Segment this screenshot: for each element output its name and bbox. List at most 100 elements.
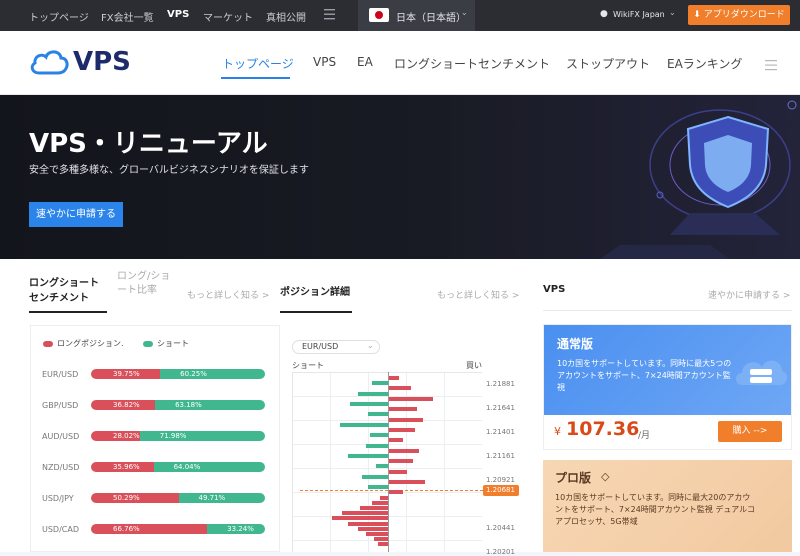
- position-depth-bar: [360, 506, 388, 510]
- top-link-vps[interactable]: VPS: [167, 9, 189, 20]
- position-more-link[interactable]: もっと詳しく知る >: [437, 288, 519, 301]
- position-depth-bar: [389, 448, 419, 453]
- pair-select[interactable]: EUR/USD ⌄: [292, 340, 380, 354]
- top-link-home[interactable]: トップページ: [29, 9, 89, 24]
- nav-item-stopout[interactable]: ストップアウト: [566, 55, 650, 72]
- sentiment-bar: 66.76% 33.24%: [91, 524, 265, 534]
- price-tick-label: 1.21881: [486, 380, 515, 388]
- position-depth-bar: [362, 474, 388, 479]
- cloud-logo-icon: [29, 45, 69, 81]
- plan-standard-desc: 10カ国をサポートしています。同時に最大5つのアカウントをサポート、7×24時間…: [557, 359, 732, 392]
- tab-ratio[interactable]: ロング/ショート比率: [117, 270, 177, 298]
- nav-item-vps[interactable]: VPS: [313, 55, 336, 69]
- position-depth-bar: [374, 537, 388, 542]
- account-name[interactable]: WikiFX Japan: [613, 10, 665, 19]
- position-depth-bar: [389, 386, 411, 391]
- position-depth-bar: [389, 480, 425, 484]
- plan-pro-desc: 10カ国をサポートしています。同時に最大20のアカウントをサポート、7×24時間…: [555, 493, 755, 526]
- diamond-icon: ◇: [601, 470, 610, 483]
- tab-indicator: [29, 311, 107, 313]
- apply-button[interactable]: 速やかに申請する: [29, 202, 123, 227]
- position-depth-bar: [332, 516, 388, 521]
- position-depth-bar: [378, 542, 388, 547]
- sentiment-long-value: 36.82%: [113, 401, 140, 409]
- sentiment-short-fill: [153, 462, 265, 472]
- sentiment-short-fill: [160, 369, 265, 379]
- top-link-market[interactable]: マーケット: [203, 9, 253, 24]
- short-axis-label: ショート: [292, 361, 324, 370]
- position-depth-bar: [366, 443, 388, 448]
- current-price-badge: 1.20681: [483, 485, 519, 496]
- top-link-truth[interactable]: 真相公開: [266, 9, 306, 24]
- account-chevron-icon: ⌄: [669, 8, 676, 17]
- sentiment-long-value: 39.75%: [113, 370, 140, 378]
- sentiment-short-fill: [155, 400, 265, 410]
- pair-select-value: EUR/USD: [302, 342, 339, 351]
- plan-standard-currency: ¥: [554, 425, 561, 438]
- position-depth-bar: [350, 402, 388, 406]
- app-download-button[interactable]: ⬇ アプリダウンロード: [688, 5, 790, 25]
- vps-more-link[interactable]: 速やかに申請する >: [708, 288, 790, 301]
- sentiment-long-value: 66.76%: [113, 525, 140, 533]
- price-tick-label: 1.20441: [486, 524, 515, 532]
- sentiment-pair-label: NZD/USD: [42, 463, 80, 472]
- nav-item-sentiment[interactable]: ロングショートセンチメント: [394, 55, 550, 72]
- position-depth-bar: [389, 438, 403, 443]
- nav-item-ea-ranking[interactable]: EAランキング: [667, 55, 742, 72]
- position-depth-bar: [389, 376, 399, 380]
- position-depth-bar: [372, 500, 388, 505]
- hero-title: VPS・リニューアル: [29, 129, 268, 159]
- hero-banner: VPS・リニューアル 安全で多種多様な、グローバルビジネスシナリオを保証します …: [0, 95, 800, 259]
- position-depth-bar: [389, 490, 403, 495]
- sentiment-long-value: 28.02%: [113, 432, 140, 440]
- price-tick-label: 1.21401: [486, 428, 515, 436]
- price-tick-label: 1.20921: [486, 476, 515, 484]
- position-depth-bar: [389, 469, 407, 474]
- plan-standard-unit: /月: [638, 431, 651, 441]
- top-link-brokers[interactable]: FX会社一覧: [101, 9, 154, 24]
- plan-standard-name: 通常版: [557, 337, 594, 351]
- language-selector[interactable]: 日本（日本語） ⌄: [358, 0, 475, 31]
- position-depth-bar: [340, 422, 388, 427]
- sentiment-pair-label: EUR/USD: [42, 370, 79, 379]
- sentiment-short-value: 33.24%: [227, 525, 254, 533]
- price-tick-label: 1.20201: [486, 548, 515, 556]
- legend-short: ショート: [157, 339, 189, 348]
- menu-icon[interactable]: [324, 8, 335, 23]
- sentiment-bar: 28.02% 71.98%: [91, 431, 265, 441]
- current-price-value: 1.20681: [486, 486, 515, 494]
- sentiment-short-value: 49.71%: [198, 494, 226, 502]
- position-depth-bar: [348, 521, 388, 526]
- chevron-down-icon: ⌄: [461, 8, 468, 17]
- sentiment-pair-label: AUD/USD: [42, 432, 80, 441]
- position-tab-indicator: [280, 311, 352, 313]
- plan-standard-buy-button[interactable]: 購入 -->: [718, 421, 782, 442]
- sentiment-pair-label: GBP/USD: [42, 401, 79, 410]
- long-axis-label: 買い: [466, 361, 482, 370]
- nav-item-home[interactable]: トップページ: [222, 55, 294, 72]
- sentiment-bar: 50.29% 49.71%: [91, 493, 265, 503]
- sentiment-short-value: 60.25%: [180, 370, 207, 378]
- logo-text[interactable]: VPS: [73, 47, 131, 77]
- sentiment-long-value: 35.96%: [113, 463, 140, 471]
- plan-pro-card[interactable]: プロ版 ◇ 10カ国をサポートしています。同時に最大20のアカウントをサポート、…: [543, 460, 792, 552]
- position-depth-bar: [389, 417, 423, 422]
- sentiment-long-fill: [91, 524, 208, 534]
- position-depth-bar: [372, 381, 388, 386]
- position-depth-bar: [370, 433, 388, 438]
- plan-standard-card[interactable]: 通常版 10カ国をサポートしています。同時に最大5つのアカウントをサポート、7×…: [543, 324, 792, 450]
- tab-sentiment[interactable]: ロングショートセンチメント: [29, 276, 107, 306]
- plan-standard-price: 107.36: [566, 418, 640, 440]
- nav-item-ea[interactable]: EA: [357, 55, 373, 69]
- sentiment-pair-label: USD/JPY: [42, 494, 74, 503]
- sentiment-more-link[interactable]: もっと詳しく知る >: [187, 288, 269, 301]
- sentiment-long-value: 50.29%: [113, 494, 140, 502]
- position-depth-bar: [358, 391, 388, 396]
- legend-long-swatch: [43, 341, 53, 347]
- top-bar: トップページ FX会社一覧 VPS マーケット 真相公開 日本（日本語） ⌄ ●…: [0, 0, 800, 31]
- price-tick-label: 1.21161: [486, 452, 515, 460]
- shield-illustration-icon: [600, 100, 797, 259]
- nav-menu-icon[interactable]: [765, 56, 777, 75]
- position-depth-bar: [380, 495, 388, 500]
- sentiment-short-value: 63.18%: [175, 401, 202, 409]
